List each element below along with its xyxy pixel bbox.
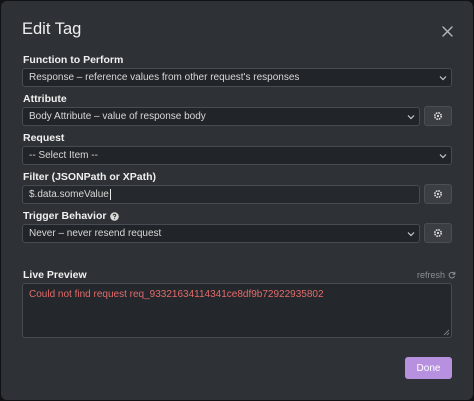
request-label: Request	[23, 132, 65, 144]
chevron-down-icon	[407, 115, 415, 120]
filter-input-value: $.data.someValue	[29, 189, 109, 200]
attribute-settings-button[interactable]	[424, 106, 452, 126]
done-button[interactable]: Done	[405, 357, 452, 379]
trigger-behavior-select[interactable]: Never – never resend request	[22, 224, 420, 243]
edit-tag-dialog: Edit Tag Function to Perform Response – …	[1, 1, 473, 400]
function-label: Function to Perform	[23, 54, 124, 66]
refresh-icon	[448, 271, 456, 279]
dialog-title: Edit Tag	[22, 20, 82, 38]
function-select-value: Response – reference values from other r…	[29, 72, 300, 83]
help-icon[interactable]	[110, 211, 120, 221]
attribute-label: Attribute	[23, 93, 67, 105]
request-select[interactable]: -- Select Item --	[22, 146, 452, 165]
filter-settings-button[interactable]	[424, 184, 452, 204]
chevron-down-icon	[439, 76, 447, 81]
live-preview-message: Could not find request req_9332163411434…	[29, 289, 324, 300]
text-cursor	[109, 189, 111, 200]
trigger-behavior-select-value: Never – never resend request	[29, 228, 162, 239]
filter-label: Filter (JSONPath or XPath)	[23, 171, 157, 183]
function-select[interactable]: Response – reference values from other r…	[22, 68, 452, 87]
trigger-behavior-label-row: Trigger Behavior	[23, 210, 120, 222]
chevron-down-icon	[439, 154, 447, 159]
filter-input[interactable]: $.data.someValue	[22, 185, 420, 204]
attribute-select[interactable]: Body Attribute – value of response body	[22, 107, 420, 126]
gear-icon	[433, 189, 443, 199]
attribute-select-value: Body Attribute – value of response body	[29, 111, 206, 122]
refresh-label: refresh	[417, 270, 446, 280]
refresh-button[interactable]: refresh	[417, 270, 456, 280]
live-preview-box[interactable]: Could not find request req_9332163411434…	[22, 283, 452, 338]
gear-icon	[433, 111, 443, 121]
resize-handle-icon[interactable]	[443, 329, 450, 336]
close-button[interactable]	[437, 21, 457, 41]
gear-icon	[433, 228, 443, 238]
chevron-down-icon	[407, 232, 415, 237]
trigger-behavior-label: Trigger Behavior	[23, 210, 107, 222]
live-preview-label: Live Preview	[23, 269, 87, 281]
close-icon	[441, 25, 453, 37]
trigger-settings-button[interactable]	[424, 223, 452, 243]
request-select-value: -- Select Item --	[29, 150, 98, 161]
